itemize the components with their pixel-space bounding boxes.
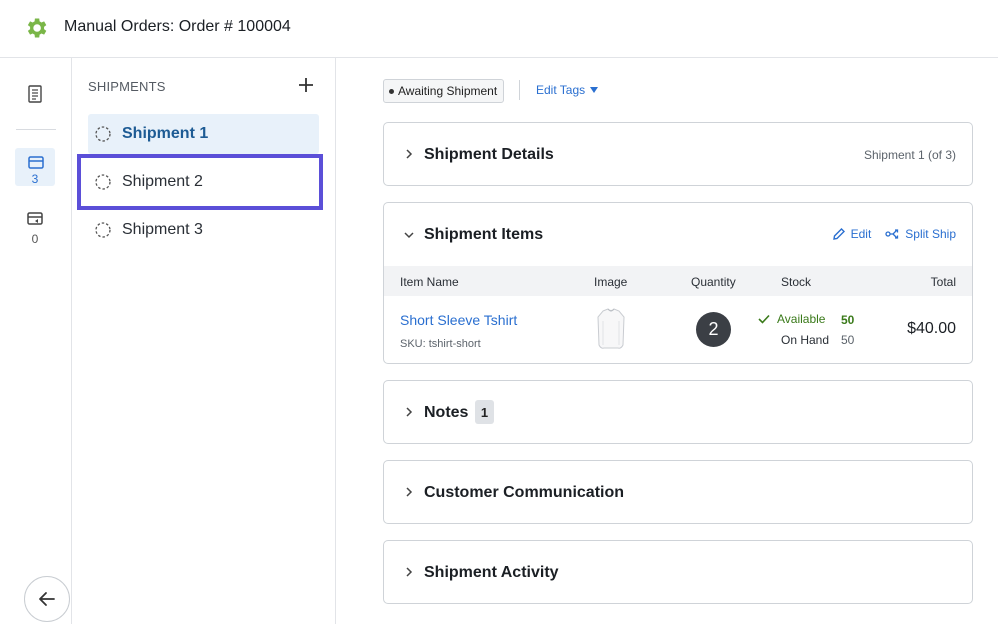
shipments-heading: SHIPMENTS: [88, 79, 166, 94]
returns-count: 0: [31, 232, 39, 246]
shipment-details-title: Shipment Details: [424, 146, 554, 163]
available-status: Available: [758, 312, 825, 326]
shipment-items-card: Shipment Items Edit Split Ship Item Name…: [383, 202, 973, 364]
items-table-header: Item Name Image Quantity Stock Total: [384, 266, 972, 296]
item-sku: SKU: tshirt-short: [400, 338, 481, 350]
notes-card[interactable]: Notes 1: [383, 380, 973, 444]
shipment-activity-card[interactable]: Shipment Activity: [383, 540, 973, 604]
split-ship-label: Split Ship: [905, 227, 956, 241]
pending-status-icon: [95, 126, 111, 142]
rail-divider: [16, 129, 56, 130]
rail-shipments-button[interactable]: 3: [15, 148, 55, 186]
add-shipment-icon[interactable]: [298, 77, 314, 93]
notes-title: Notes: [424, 404, 469, 421]
shipment-box-icon: [28, 156, 44, 169]
tshirt-image: [597, 308, 625, 349]
chevron-right-icon: [406, 149, 413, 159]
col-quantity: Quantity: [691, 275, 736, 289]
edit-items-button[interactable]: Edit: [832, 227, 872, 241]
split-icon: [885, 229, 899, 239]
chevron-right-icon: [406, 407, 413, 417]
shipment-count-note: Shipment 1 (of 3): [863, 148, 956, 162]
pending-status-icon: [95, 174, 111, 190]
left-rail: 3 0: [0, 58, 72, 624]
chevron-right-icon: [406, 567, 413, 577]
edit-label: Edit: [850, 227, 872, 241]
caret-down-icon: [590, 87, 599, 93]
arrow-left-icon: [39, 592, 55, 606]
available-value: 50: [841, 313, 855, 327]
order-document-icon[interactable]: [26, 84, 44, 104]
customer-communication-title: Customer Communication: [424, 484, 625, 501]
return-box-icon: [27, 212, 43, 225]
shipment-details-card[interactable]: Shipment Details Shipment 1 (of 3): [383, 122, 973, 186]
status-tag: Awaiting Shipment: [383, 79, 505, 103]
shipment-activity-title: Shipment Activity: [424, 564, 559, 581]
shipments-panel: SHIPMENTS Shipment 1 Shipment 2 Shipment…: [72, 58, 336, 624]
on-hand-label: On Hand: [781, 333, 830, 347]
shipment-label: Shipment 1: [122, 125, 209, 142]
item-total: $40.00: [907, 320, 956, 337]
shipment-item-2[interactable]: Shipment 2: [77, 154, 323, 210]
col-total: Total: [930, 275, 956, 289]
edit-tags-button[interactable]: Edit Tags: [536, 83, 599, 97]
rail-returns-button[interactable]: 0: [15, 208, 55, 248]
shipment-item-1[interactable]: Shipment 1: [88, 114, 319, 154]
shipment-items-title: Shipment Items: [424, 226, 544, 243]
gear-icon[interactable]: [23, 15, 49, 41]
item-name-link[interactable]: Short Sleeve Tshirt: [400, 312, 517, 328]
edit-tags-label: Edit Tags: [536, 83, 586, 97]
shipment-item-3[interactable]: Shipment 3: [88, 210, 319, 250]
split-ship-button[interactable]: Split Ship: [885, 227, 956, 241]
quantity-badge: 2: [696, 312, 731, 347]
chevron-down-icon[interactable]: [404, 230, 414, 240]
on-hand-value: 50: [841, 333, 855, 347]
pencil-icon: [832, 228, 845, 240]
shipments-count: 3: [31, 172, 39, 186]
check-icon: [758, 314, 770, 324]
pending-status-icon: [95, 222, 111, 238]
back-button[interactable]: [24, 576, 70, 622]
shipment-label: Shipment 3: [122, 221, 203, 238]
available-label: Available: [777, 312, 826, 326]
col-image: Image: [594, 275, 628, 289]
tags-divider: [519, 80, 520, 100]
col-stock: Stock: [781, 275, 812, 289]
col-item-name: Item Name: [400, 275, 459, 289]
main-content: Awaiting Shipment Edit Tags Shipment Det…: [336, 58, 998, 624]
shipment-label: Shipment 2: [122, 173, 203, 190]
table-row: Short Sleeve Tshirt SKU: tshirt-short 2 …: [384, 296, 972, 363]
customer-communication-card[interactable]: Customer Communication: [383, 460, 973, 524]
top-bar: Manual Orders: Order # 100004: [0, 0, 998, 58]
notes-count-badge: 1: [475, 400, 494, 424]
shipment-items-actions: Edit Split Ship: [818, 227, 956, 241]
page-title: Manual Orders: Order # 100004: [64, 18, 291, 35]
chevron-right-icon: [406, 487, 413, 497]
